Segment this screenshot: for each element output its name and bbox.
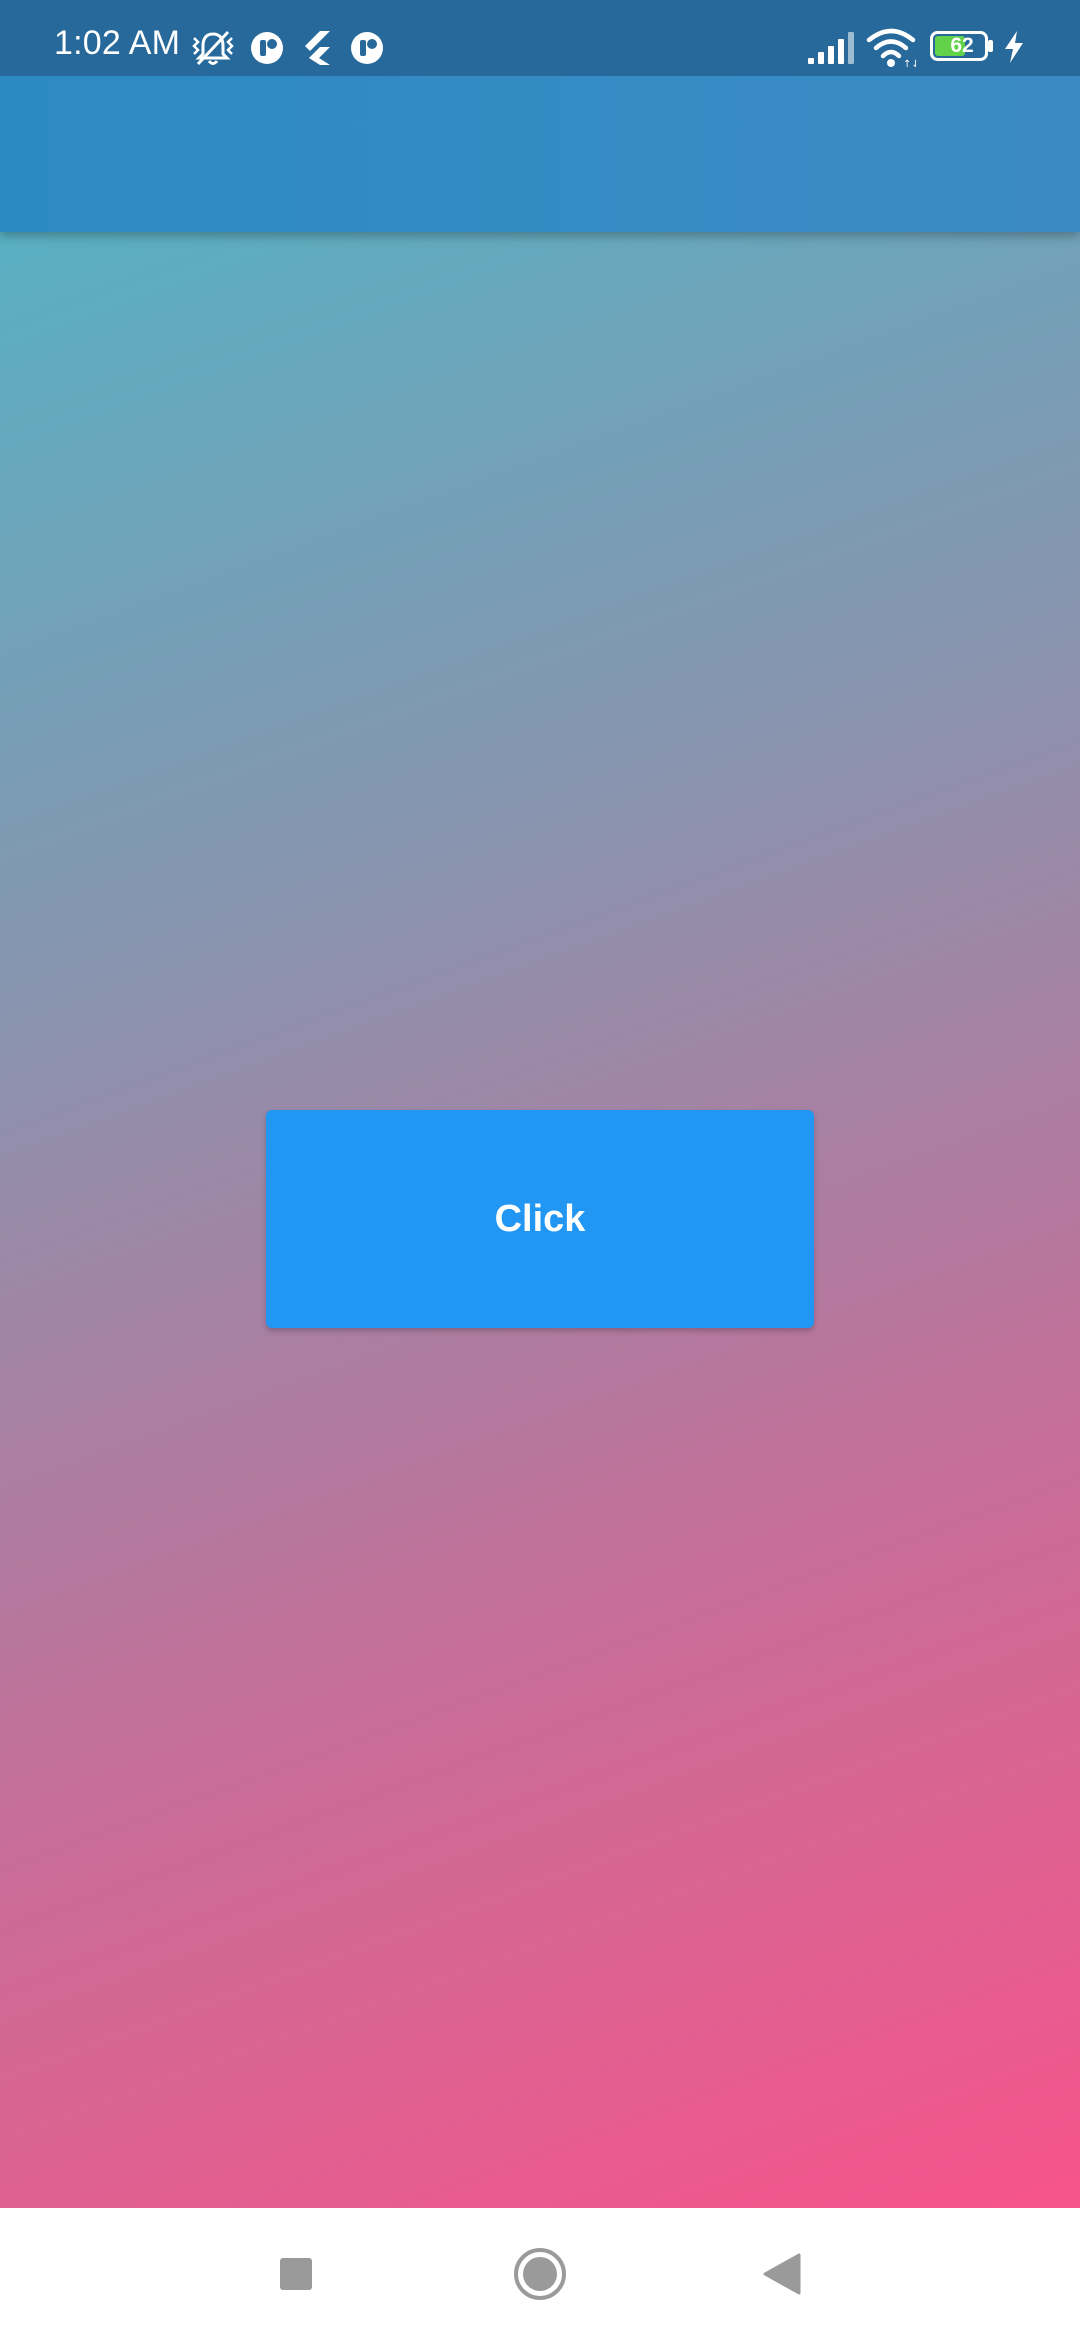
recents-square-icon — [280, 2258, 312, 2290]
mute-vibrate-icon — [192, 30, 234, 66]
home-circle-icon — [514, 2248, 566, 2300]
app-notification-icon — [351, 32, 383, 64]
screen: 1:02 AM ↑↓ 62 Click — [0, 0, 1080, 2340]
status-bar: 1:02 AM ↑↓ 62 — [0, 0, 1080, 76]
recents-button[interactable] — [226, 2208, 366, 2340]
click-button[interactable]: Click — [266, 1110, 814, 1328]
navigation-bar — [0, 2208, 1080, 2340]
battery-level: 62 — [950, 34, 974, 57]
app-bar — [0, 76, 1080, 232]
wifi-icon: ↑↓ — [866, 28, 916, 68]
app-notification-icon — [251, 32, 283, 64]
back-button[interactable] — [712, 2208, 852, 2340]
home-button[interactable] — [470, 2208, 610, 2340]
charging-icon — [1005, 31, 1023, 63]
cellular-signal-icon — [808, 32, 854, 64]
flutter-icon — [305, 31, 330, 65]
svg-text:↑↓: ↑↓ — [903, 59, 916, 68]
back-triangle-icon — [763, 2253, 801, 2295]
status-time: 1:02 AM — [54, 24, 181, 62]
gradient-background — [0, 0, 1080, 2208]
battery-icon: 62 — [930, 31, 994, 61]
